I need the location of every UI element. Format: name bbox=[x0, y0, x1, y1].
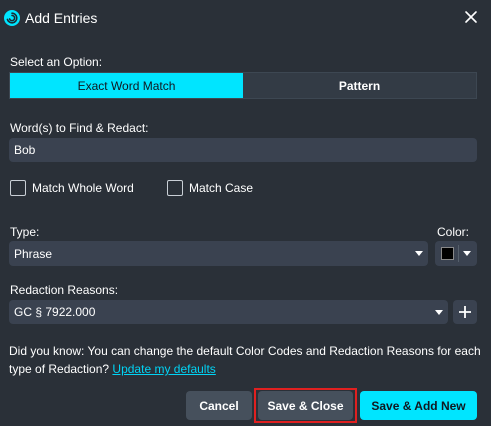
info-text: Did you know: You can change the default… bbox=[9, 342, 481, 378]
match-whole-word-checkbox[interactable] bbox=[10, 180, 26, 196]
color-picker[interactable] bbox=[435, 241, 477, 266]
type-label: Type: bbox=[10, 225, 40, 239]
cancel-button[interactable]: Cancel bbox=[186, 391, 252, 420]
match-case-label: Match Case bbox=[189, 181, 254, 195]
match-whole-word-row: Match Whole Word bbox=[10, 180, 134, 196]
chevron-down-icon bbox=[435, 310, 443, 315]
add-entries-dialog: Add Entries Select an Option: Exact Word… bbox=[0, 0, 491, 426]
update-defaults-link[interactable]: Update my defaults bbox=[112, 362, 215, 376]
chevron-down-icon bbox=[415, 251, 423, 256]
info-message: Did you know: You can change the default… bbox=[9, 344, 481, 376]
exact-word-match-option[interactable]: Exact Word Match bbox=[10, 73, 243, 98]
option-toggle: Exact Word Match Pattern bbox=[9, 72, 477, 99]
match-case-row: Match Case bbox=[167, 180, 253, 196]
reasons-select[interactable]: GC § 7922.000 bbox=[9, 300, 448, 324]
type-value: Phrase bbox=[14, 246, 53, 261]
words-label: Word(s) to Find & Redact: bbox=[10, 121, 149, 135]
words-input[interactable]: Bob bbox=[9, 138, 477, 162]
save-add-new-button[interactable]: Save & Add New bbox=[360, 391, 477, 420]
type-select[interactable]: Phrase bbox=[9, 241, 428, 266]
pattern-option[interactable]: Pattern bbox=[243, 73, 476, 98]
dialog-header: Add Entries bbox=[0, 0, 491, 36]
plus-icon bbox=[459, 306, 471, 318]
reasons-label: Redaction Reasons: bbox=[10, 283, 119, 297]
spiral-logo-icon bbox=[4, 10, 20, 26]
save-close-button[interactable]: Save & Close bbox=[258, 391, 353, 420]
add-reason-button[interactable] bbox=[453, 300, 477, 324]
chevron-down-icon bbox=[463, 251, 471, 256]
dialog-title: Add Entries bbox=[25, 10, 98, 26]
color-swatch bbox=[441, 247, 454, 260]
close-icon[interactable] bbox=[463, 9, 479, 25]
match-whole-word-label: Match Whole Word bbox=[32, 181, 134, 195]
reasons-value: GC § 7922.000 bbox=[14, 305, 96, 319]
match-case-checkbox[interactable] bbox=[167, 180, 183, 196]
color-picker-divider bbox=[458, 245, 459, 262]
color-label: Color: bbox=[437, 225, 470, 239]
option-label: Select an Option: bbox=[10, 55, 103, 69]
